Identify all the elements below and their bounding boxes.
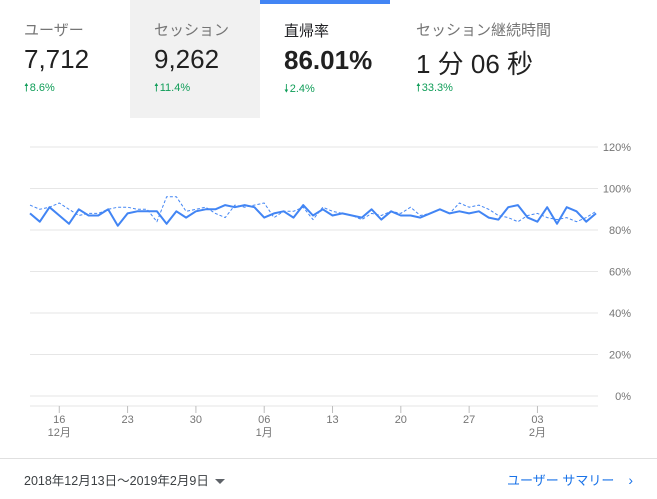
user-summary-link[interactable]: ユーザー サマリー › (507, 470, 633, 489)
x-tick-month: 1月 (256, 427, 273, 439)
card-footer: 2018年12月13日〜2019年2月9日 ユーザー サマリー › (0, 458, 657, 499)
metric-label: 直帰率 (284, 23, 330, 40)
metric-change: 🠕11.4% (154, 79, 190, 98)
y-tick-label: 60% (609, 267, 631, 279)
metric-value: 1 分 06 秒 (416, 49, 534, 79)
arrow-up-icon: 🠕 (416, 82, 421, 94)
metric-label: セッション継続時間 (416, 22, 552, 39)
metric-change: 🠕33.3% (416, 79, 453, 98)
date-range-label: 2018年12月13日〜2019年2月9日 (24, 474, 209, 488)
arrow-up-icon: 🠕 (154, 82, 159, 94)
y-tick-label: 0% (615, 391, 631, 403)
arrow-down-icon: 🠗 (284, 83, 289, 95)
x-tick-day: 06 (258, 414, 270, 426)
y-tick-label: 120% (603, 142, 631, 154)
summary-link-label: ユーザー サマリー (506, 473, 615, 488)
x-tick-day: 13 (326, 414, 338, 426)
x-tick-month: 12月 (48, 427, 71, 439)
y-tick-label: 80% (609, 225, 631, 237)
metric-tab-sessions[interactable]: セッション 9,262 🠕11.4% (130, 0, 260, 118)
x-tick-day: 20 (395, 414, 407, 426)
x-tick-day: 30 (190, 414, 202, 426)
y-tick-label: 20% (609, 350, 631, 362)
y-tick-label: 100% (603, 184, 631, 196)
x-tick-day: 03 (531, 414, 543, 426)
x-tick-day: 23 (121, 414, 133, 426)
x-tick-day: 27 (463, 414, 475, 426)
metric-tab-bounce-rate[interactable]: 直帰率 86.01% 🠗2.4% (260, 0, 390, 118)
metric-tab-users[interactable]: ユーザー 7,712 🠕8.6% (0, 0, 130, 118)
caret-down-icon (214, 479, 225, 485)
metric-change: 🠗2.4% (284, 80, 315, 99)
date-range-selector[interactable]: 2018年12月13日〜2019年2月9日 (24, 470, 225, 489)
metric-tabs: ユーザー 7,712 🠕8.6% セッション 9,262 🠕11.4% 直帰率 … (0, 0, 657, 118)
series-line-previous (29, 196, 597, 223)
metric-value: 9,262 (154, 44, 220, 74)
metric-value: 7,712 (24, 44, 90, 74)
y-tick-label: 40% (609, 308, 631, 320)
metric-label: ユーザー (24, 22, 84, 39)
line-chart: 120% 100% 80% 60% 40% 20% 0% 16 12月 23 30 06 1月 13 20 2… (0, 130, 657, 450)
metric-change-value: 2.4% (289, 83, 315, 95)
metric-change-value: 33.3% (421, 82, 453, 94)
metric-change-value: 8.6% (29, 82, 55, 94)
metric-change: 🠕8.6% (24, 79, 55, 98)
metric-label: セッション (154, 22, 230, 39)
chart-canvas: 120% 100% 80% 60% 40% 20% 0% 1612月 23 30 061月 13 20 2… (29, 142, 631, 439)
x-tick-month: 2月 (529, 427, 546, 439)
chevron-right-icon: › (628, 472, 633, 488)
metric-change-value: 11.4% (159, 82, 191, 94)
x-tick-day: 16 (53, 414, 65, 426)
metric-tab-session-duration[interactable]: セッション継続時間 1 分 06 秒 🠕33.3% (392, 0, 592, 118)
arrow-up-icon: 🠕 (24, 82, 29, 94)
metric-value: 86.01% (284, 45, 373, 75)
